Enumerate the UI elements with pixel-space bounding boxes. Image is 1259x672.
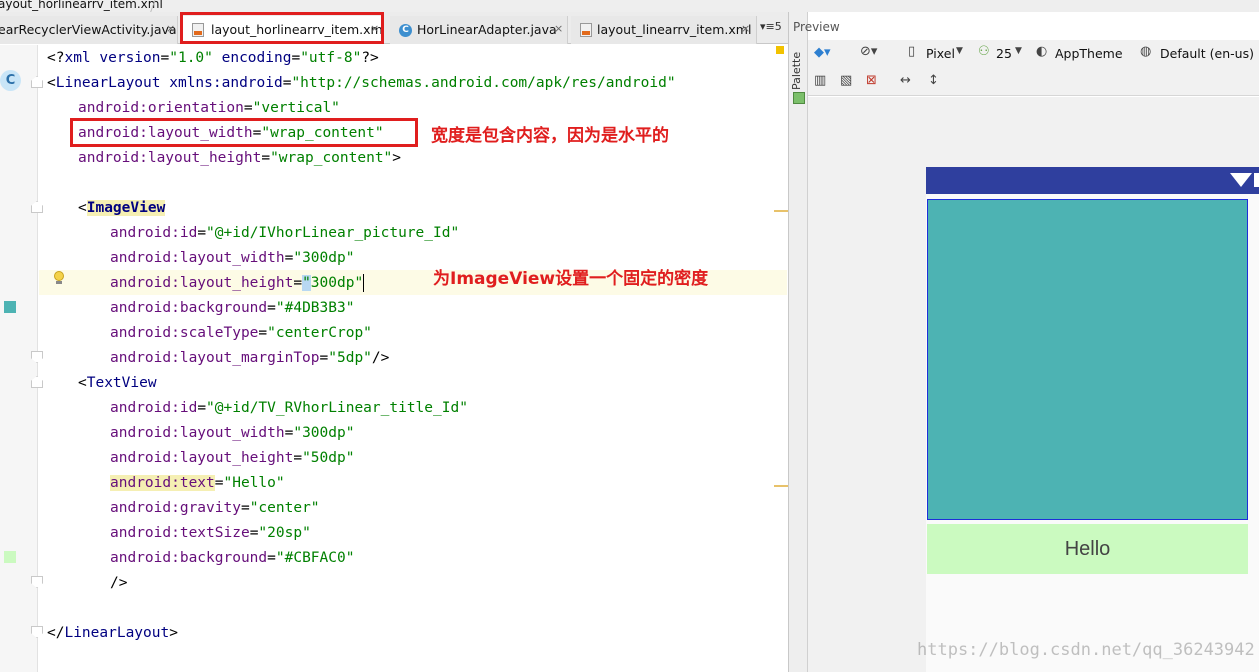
code-line-5: android:layout_height="wrap_content"> — [78, 150, 402, 166]
device-selector[interactable]: Pixel — [926, 46, 955, 61]
preview-toolbar: ◆▾ ⊘▾ ▯ Pixel ▼ ⚇ 25 ▼ ◐ AppTheme ◍ Defa… — [808, 40, 1259, 96]
layers-icon[interactable]: ◆▾ — [814, 45, 831, 60]
device-status-bar — [926, 167, 1259, 194]
width-annotation: 宽度是包含内容，因为是水平的 — [431, 126, 669, 146]
theme-selector[interactable]: AppTheme — [1055, 46, 1123, 61]
api-level-selector[interactable]: 25 — [996, 46, 1012, 61]
code-line-15: android:id="@+id/TV_RVhorLinear_title_Id… — [110, 400, 468, 416]
breadcrumb: ayout_horlinearrv_item.xml — [0, 0, 1259, 12]
preview-image-view[interactable] — [927, 199, 1248, 520]
tab-recycler-activity[interactable]: earRecyclerViewActivity.java × — [0, 16, 178, 44]
theme-icon: ◐ — [1036, 44, 1048, 59]
chevron-down-icon[interactable]: ▼ — [1015, 46, 1022, 56]
code-line-11: android:background="#4DB3B3" — [110, 300, 355, 316]
palette-sidebar — [788, 12, 808, 672]
palette-tab[interactable]: Palette — [790, 52, 803, 90]
horizontal-resize-icon[interactable]: ↔ — [900, 73, 911, 88]
lightbulb-icon[interactable] — [53, 271, 65, 285]
warning-stripe[interactable] — [774, 210, 788, 212]
code-line-14: <TextView — [78, 375, 157, 391]
color-swatch-icon[interactable] — [4, 301, 16, 313]
device-icon[interactable]: ▯ — [908, 44, 915, 59]
code-line-1: <?xml version="1.0" encoding="utf-8"?> — [47, 50, 379, 66]
code-line-22: /> — [110, 575, 128, 591]
class-badge-icon[interactable]: C — [0, 70, 21, 91]
tab-layout-linearrv-item[interactable]: layout_linearrv_item.xml × — [571, 16, 757, 44]
warning-stripe[interactable] — [774, 485, 788, 487]
text-caret — [363, 274, 365, 292]
clear-constraints-icon[interactable]: ⊠ — [866, 73, 877, 88]
android-icon: ⚇ — [978, 44, 990, 59]
vertical-resize-icon[interactable]: ↕ — [928, 73, 939, 88]
inspection-status-icon[interactable] — [776, 46, 784, 54]
palette-android-icon[interactable] — [793, 92, 805, 104]
code-line-8: android:id="@+id/IVhorLinear_picture_Id" — [110, 225, 460, 241]
globe-icon: ◍ — [1140, 44, 1152, 59]
watermark: https://blog.csdn.net/qq_36243942 — [917, 640, 1255, 660]
editor-tab-bar: earRecyclerViewActivity.java × layout_ho… — [0, 12, 788, 44]
preview-title: Preview — [793, 20, 840, 34]
imageview-annotation: 为ImageView设置一个固定的密度 — [433, 269, 709, 289]
code-line-16: android:layout_width="300dp" — [110, 425, 355, 441]
code-line-19: android:gravity="center" — [110, 500, 320, 516]
zoom-fit-icon[interactable]: ▧ — [840, 73, 852, 88]
breadcrumb-file[interactable]: ayout_horlinearrv_item.xml — [0, 0, 163, 11]
code-line-10: android:layout_height="300dp" — [110, 274, 365, 292]
wifi-icon — [1230, 173, 1252, 187]
tab-hor-linear-adapter[interactable]: C HorLinearAdapter.java × — [390, 16, 568, 44]
code-line-7: <ImageView — [78, 200, 166, 216]
locale-selector[interactable]: Default (en-us) — [1160, 46, 1254, 61]
code-line-2: <LinearLayout xmlns:android="http://sche… — [47, 75, 676, 91]
width-annotation-box — [70, 118, 418, 147]
close-icon[interactable]: × — [554, 22, 563, 35]
close-icon[interactable]: × — [741, 22, 750, 35]
code-line-17: android:layout_height="50dp" — [110, 450, 355, 466]
close-icon[interactable]: × — [166, 22, 175, 35]
code-line-24: </LinearLayout> — [47, 625, 178, 641]
battery-icon — [1254, 173, 1259, 187]
code-line-13: android:layout_marginTop="5dp"/> — [110, 350, 390, 366]
design-view-icon[interactable]: ▥ — [814, 73, 826, 88]
orientation-icon[interactable]: ⊘▾ — [860, 44, 877, 59]
code-line-12: android:scaleType="centerCrop" — [110, 325, 372, 341]
tab-label: HorLinearAdapter.java — [417, 22, 557, 37]
tab-label: earRecyclerViewActivity.java — [0, 22, 177, 37]
code-line-18: android:text="Hello" — [110, 475, 285, 491]
xml-file-icon — [580, 23, 592, 37]
java-class-icon: C — [399, 24, 412, 37]
code-line-9: android:layout_width="300dp" — [110, 250, 355, 266]
active-tab-highlight-box — [180, 12, 384, 44]
tab-overflow-menu[interactable]: ▾≡5 — [760, 20, 782, 33]
preview-text-view[interactable]: Hello — [927, 524, 1248, 574]
code-line-21: android:background="#CBFAC0" — [110, 550, 355, 566]
color-swatch-icon[interactable] — [4, 551, 16, 563]
chevron-down-icon[interactable]: ▼ — [956, 46, 963, 56]
code-line-20: android:textSize="20sp" — [110, 525, 311, 541]
tab-label: layout_linearrv_item.xml — [597, 22, 752, 37]
